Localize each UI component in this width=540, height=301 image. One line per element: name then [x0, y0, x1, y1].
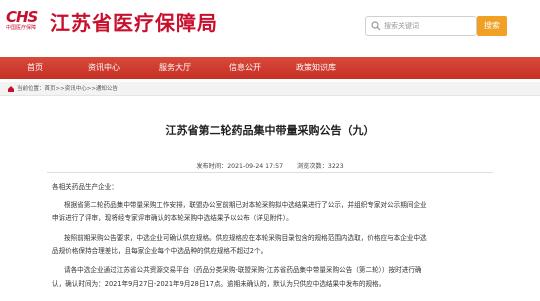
search-input[interactable] — [384, 18, 474, 34]
breadcrumb-text[interactable]: 当前位置：首页>>资讯中心>>通知公告 — [17, 82, 118, 96]
home-icon — [8, 86, 14, 92]
paragraph-line: 请各中选企业通过江苏省公共资源交易平台（药品分类采购-联盟采购-江苏省药品集中带… — [64, 266, 422, 274]
main-nav: 首页 资讯中心 服务大厅 信息公开 政策知识库 — [0, 57, 540, 79]
greeting: 各相关药品生产企业： — [52, 183, 118, 191]
nav-item-policy[interactable]: 政策知识库 — [296, 57, 336, 79]
view-count: 浏览次数：3223 — [296, 163, 344, 170]
paragraph-line: 按照前期采购公告要求，中选企业可确认供应规格。供应规格应在本轮采购目录包含的规格… — [64, 234, 427, 242]
site-header: CHS 中国医疗保障 江苏省医疗保障局 搜索 — [0, 0, 540, 50]
paragraph-line: 认，确认时间为：2021年9月27日-2021年9月28日17点。逾期未确认的，… — [52, 280, 386, 288]
divider — [47, 172, 493, 173]
nav-item-home[interactable]: 首页 — [27, 57, 43, 79]
breadcrumb: 当前位置：首页>>资讯中心>>通知公告 — [0, 82, 540, 96]
article-title: 江苏省第二轮药品集中带量采购公告（九） — [165, 124, 375, 137]
search-box — [365, 16, 477, 36]
logo-subtitle: 中国医疗保障 — [6, 25, 37, 31]
search-button[interactable]: 搜索 — [477, 16, 507, 36]
paragraph-line: 品规价格保持合理差比，且每家企业每个中选品种的供应规格不超过2个。 — [52, 247, 268, 255]
site-title: 江苏省医疗保障局 — [50, 11, 218, 35]
site-logo[interactable]: CHS 中国医疗保障 — [6, 9, 46, 39]
publish-time: 发布时间：2021-09-24 17:57 — [196, 163, 284, 170]
nav-item-disclosure[interactable]: 信息公开 — [229, 57, 261, 79]
paragraph-line: 申诉进行了评审，现将经专家评审确认的本轮采购中选结果予以公布（详见附件）。 — [52, 214, 293, 222]
search-icon — [371, 21, 381, 31]
nav-item-service[interactable]: 服务大厅 — [159, 57, 191, 79]
nav-item-news[interactable]: 资讯中心 — [88, 57, 120, 79]
article-meta: 发布时间：2021-09-24 17:57 浏览次数：3223 — [0, 161, 540, 170]
logo-mark: CHS — [6, 8, 38, 26]
paragraph-line: 根据省第二轮药品集中带量采购工作安排，联盟办公室前期已对本轮采购拟中选结果进行了… — [64, 201, 427, 209]
